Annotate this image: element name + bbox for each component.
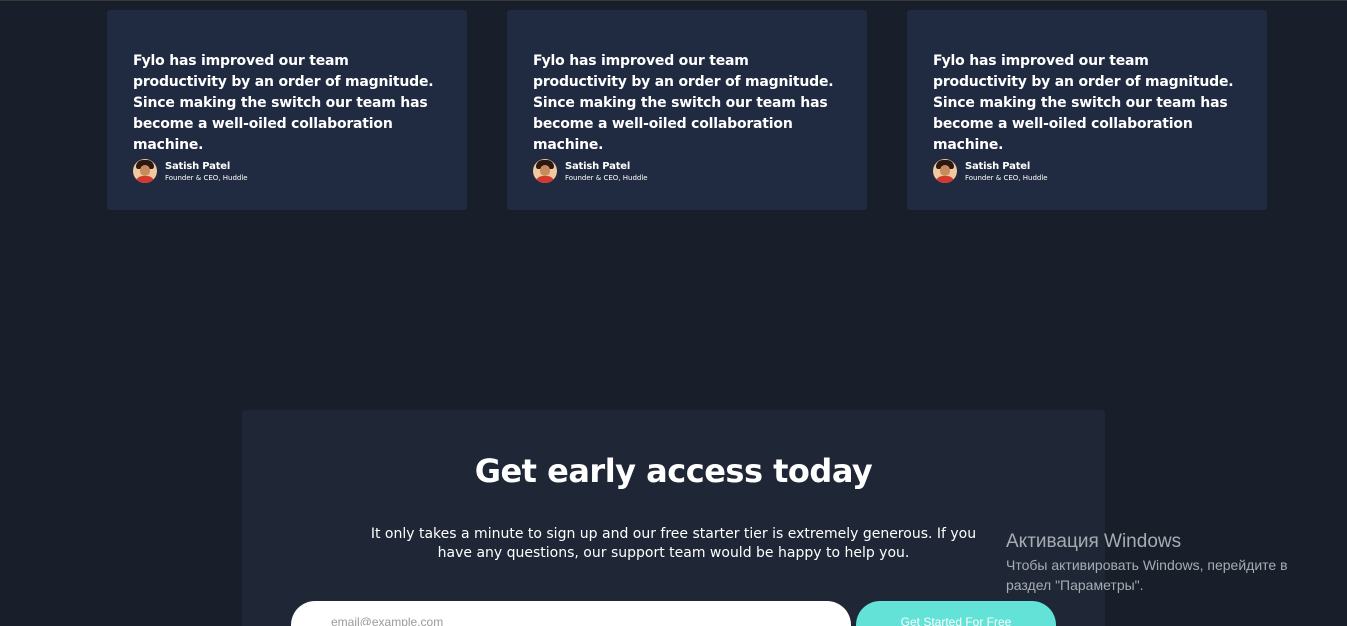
windows-activation-message: Чтобы активировать Windows, перейдите в … xyxy=(1006,557,1288,593)
windows-activation-title: Активация Windows xyxy=(1006,531,1182,552)
early-access-title: Get early access today xyxy=(474,452,873,490)
author-role: Founder & CEO, Huddle xyxy=(565,173,648,182)
get-started-button[interactable]: Get Started For Free xyxy=(856,601,1056,626)
author-name: Satish Patel xyxy=(965,160,1031,172)
author-role: Founder & CEO, Huddle xyxy=(165,173,248,182)
windows-activation-watermark: Активация Windows Чтобы активировать Win… xyxy=(1006,531,1326,595)
testimonial-quote: Fylo has improved our team productivity … xyxy=(533,53,834,153)
avatar xyxy=(533,159,557,183)
testimonial-card: Fylo has improved our team productivity … xyxy=(907,10,1267,210)
author-name: Satish Patel xyxy=(565,160,631,172)
early-access-panel: Get early access today It only takes a m… xyxy=(242,410,1105,626)
testimonial-author: Satish Patel Founder & CEO, Huddle xyxy=(533,159,648,183)
testimonial-quote: Fylo has improved our team productivity … xyxy=(933,53,1234,153)
testimonial-quote: Fylo has improved our team productivity … xyxy=(133,53,434,153)
page: Fylo has improved our team productivity … xyxy=(0,0,1347,626)
author-role: Founder & CEO, Huddle xyxy=(965,173,1048,182)
testimonial-card: Fylo has improved our team productivity … xyxy=(507,10,867,210)
avatar xyxy=(933,159,957,183)
avatar xyxy=(133,159,157,183)
testimonial-author: Satish Patel Founder & CEO, Huddle xyxy=(133,159,248,183)
testimonial-card: Fylo has improved our team productivity … xyxy=(107,10,467,210)
email-input[interactable]: email@example.com xyxy=(291,601,851,626)
author-name: Satish Patel xyxy=(165,160,231,172)
early-access-description: It only takes a minute to sign up and ou… xyxy=(370,526,977,561)
top-divider xyxy=(0,0,1347,1)
testimonial-author: Satish Patel Founder & CEO, Huddle xyxy=(933,159,1048,183)
